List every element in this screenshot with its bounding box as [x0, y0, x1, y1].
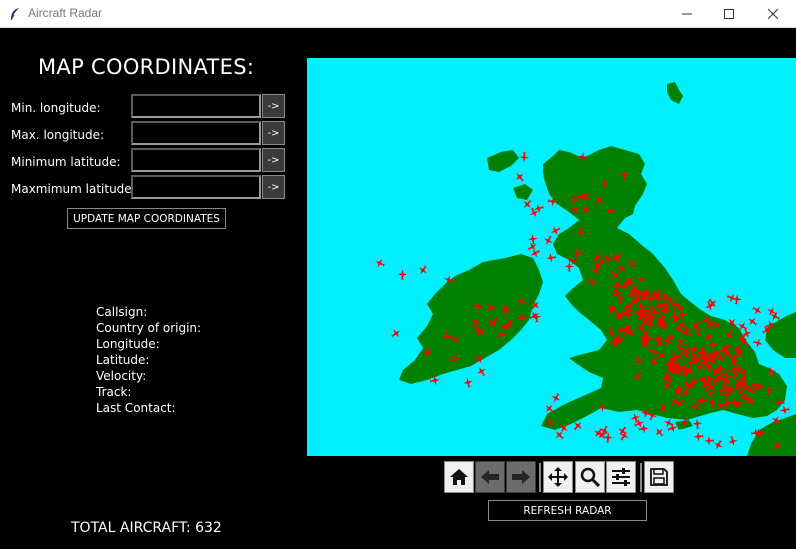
velocity-label: Velocity: [96, 369, 147, 383]
max-latitude-submit-button[interactable]: -> [262, 175, 285, 199]
zoom-icon [580, 467, 601, 488]
aircraft-marker[interactable] [617, 429, 631, 443]
min-longitude-submit-button[interactable]: -> [262, 94, 285, 118]
min-latitude-submit-button[interactable]: -> [262, 148, 285, 172]
save-button[interactable] [644, 461, 674, 493]
aircraft-marker[interactable] [397, 269, 408, 280]
minimize-button[interactable] [664, 0, 710, 28]
aircraft-marker[interactable] [389, 326, 403, 340]
aircraft-marker[interactable] [704, 435, 715, 446]
min-latitude-label: Minimum latitude: [11, 155, 121, 169]
track-label: Track: [96, 385, 132, 399]
aircraft-marker[interactable] [552, 428, 566, 442]
home-button[interactable] [444, 461, 474, 493]
longitude-label: Longitude: [96, 337, 160, 351]
refresh-radar-button[interactable]: REFRESH RADAR [488, 500, 647, 521]
feather-icon [10, 8, 19, 21]
western-isle [513, 184, 533, 200]
update-map-coordinates-button[interactable]: UPDATE MAP COORDINATES [67, 208, 226, 229]
aircraft-marker[interactable] [706, 296, 720, 310]
max-latitude-input[interactable] [131, 175, 261, 199]
country-of-origin-label: Country of origin: [96, 321, 202, 335]
zoom-button[interactable] [575, 461, 605, 493]
forward-arrow-icon [512, 470, 530, 484]
aircraft-marker[interactable] [475, 364, 489, 378]
aircraft-marker[interactable] [693, 431, 704, 442]
toolbar-separator [640, 463, 642, 492]
map-canvas[interactable] [307, 58, 796, 456]
orkney-island [667, 82, 683, 104]
total-aircraft-count: TOTAL AIRCRAFT: 632 [71, 520, 222, 536]
max-longitude-label: Max. longitude: [11, 128, 105, 142]
aircraft-marker[interactable] [513, 170, 527, 184]
aircraft-marker[interactable] [752, 337, 764, 349]
min-latitude-input[interactable] [131, 148, 261, 172]
maximize-icon [724, 9, 734, 19]
coordinates-heading: MAP COORDINATES: [38, 55, 255, 79]
france-coast [747, 414, 796, 456]
min-longitude-input[interactable] [131, 94, 261, 118]
configure-subplots-button[interactable] [606, 461, 636, 493]
great-britain-landmass [541, 146, 787, 430]
aircraft-marker[interactable] [652, 425, 666, 439]
close-button[interactable] [750, 0, 796, 28]
last-contact-label: Last Contact: [96, 401, 176, 415]
forward-button[interactable] [506, 461, 536, 493]
aircraft-marker[interactable] [542, 234, 555, 247]
pan-icon [548, 467, 568, 487]
close-icon [768, 9, 778, 19]
aircraft-marker[interactable] [549, 391, 562, 404]
latitude-label: Latitude: [96, 353, 150, 367]
aircraft-marker[interactable] [779, 404, 791, 416]
maximize-button[interactable] [706, 0, 752, 28]
min-longitude-label: Min. longitude: [11, 101, 101, 115]
back-arrow-icon [481, 470, 499, 484]
aircraft-marker[interactable] [727, 435, 739, 447]
outer-hebrides-island [487, 150, 519, 172]
aircraft-marker[interactable] [615, 424, 629, 438]
home-icon [450, 469, 468, 485]
aircraft-marker[interactable] [416, 263, 430, 277]
aircraft-marker[interactable] [519, 152, 530, 163]
aircraft-marker[interactable] [462, 376, 474, 388]
continental-coast [765, 312, 796, 358]
callsign-label: Callsign: [96, 305, 148, 319]
max-latitude-label: Maxmimum latitude: [11, 182, 136, 196]
radar-map[interactable] [307, 58, 796, 456]
aircraft-marker[interactable] [745, 314, 759, 328]
title-bar: Aircraft Radar [0, 0, 796, 28]
aircraft-marker[interactable] [750, 304, 764, 318]
max-longitude-submit-button[interactable]: -> [262, 121, 285, 145]
max-longitude-input[interactable] [131, 121, 261, 145]
aircraft-marker[interactable] [527, 233, 538, 245]
aircraft-marker[interactable] [692, 418, 703, 429]
configure-subplots-icon [612, 468, 630, 486]
save-icon [650, 468, 668, 486]
window-title: Aircraft Radar [28, 6, 103, 20]
pan-button[interactable] [543, 461, 573, 493]
aircraft-marker[interactable] [545, 252, 557, 263]
minimize-icon [682, 13, 692, 15]
toolbar-separator [539, 463, 541, 492]
back-button[interactable] [475, 461, 505, 493]
aircraft-marker[interactable] [373, 256, 386, 269]
